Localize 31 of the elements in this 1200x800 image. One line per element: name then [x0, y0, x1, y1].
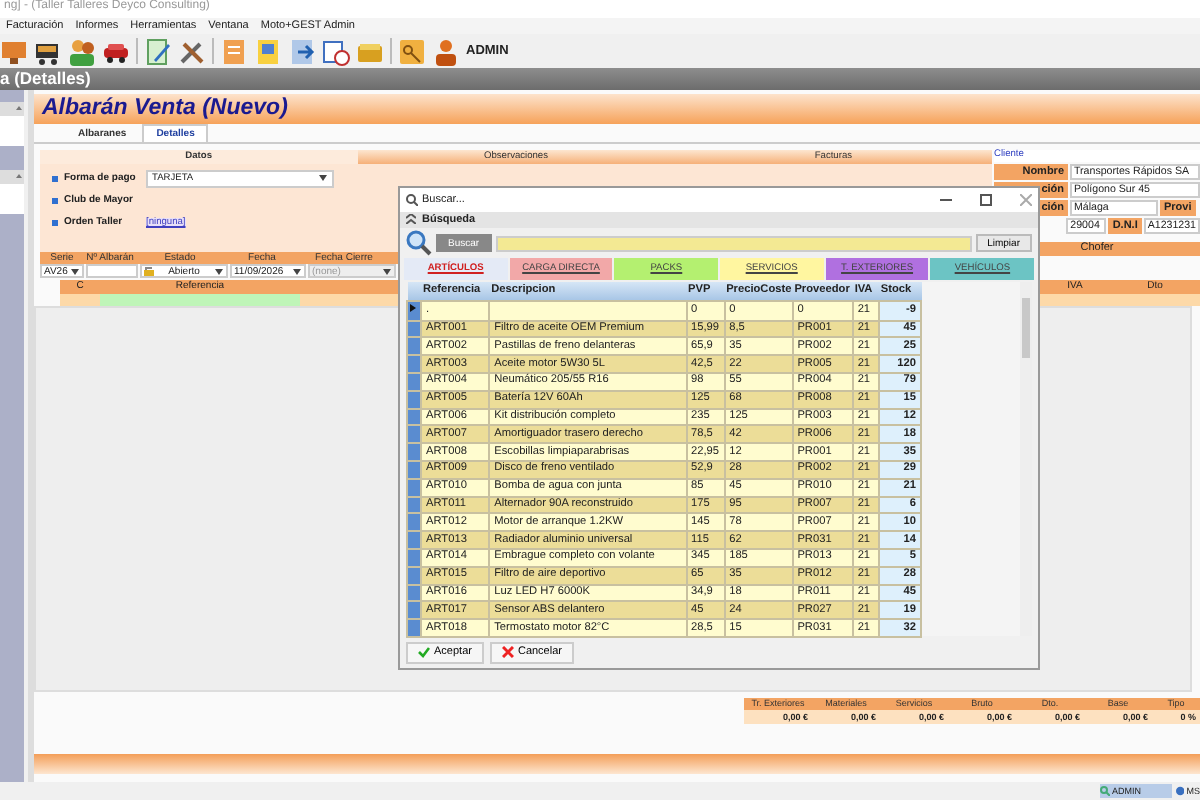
maximize-icon[interactable]	[980, 193, 992, 206]
bullet-icon	[52, 219, 58, 225]
close-icon	[501, 646, 514, 659]
collapse-icon[interactable]	[14, 104, 24, 114]
minimize-icon[interactable]	[940, 193, 952, 206]
row-header[interactable]	[407, 300, 422, 321]
user-icon[interactable]	[432, 37, 460, 65]
table-cell[interactable]	[100, 294, 300, 306]
window-header: a (Detalles)	[0, 68, 1200, 90]
caret-icon	[318, 174, 328, 182]
magnifier-icon	[406, 230, 432, 257]
check-icon	[418, 646, 430, 659]
search-icon	[406, 193, 418, 206]
bullet-icon	[52, 175, 58, 181]
pencil-icon[interactable]	[144, 37, 172, 65]
document-icon[interactable]	[220, 37, 248, 65]
people-icon[interactable]	[68, 37, 96, 65]
row-pointer-icon	[408, 301, 420, 314]
form-title: Albarán Venta (Nuevo)	[34, 94, 1200, 124]
search-field[interactable]	[495, 235, 972, 252]
export-icon[interactable]	[288, 37, 316, 65]
lock-icon	[144, 266, 154, 277]
search-icon	[1100, 785, 1110, 795]
globe-icon	[1176, 785, 1185, 795]
collapse-icon[interactable]	[14, 172, 24, 182]
bullet-icon	[52, 197, 58, 203]
monitor-icon[interactable]	[0, 37, 28, 65]
close-icon[interactable]	[1020, 193, 1032, 206]
folder-icon[interactable]	[254, 37, 282, 65]
collapse-icon[interactable]	[406, 214, 416, 225]
number-field[interactable]	[86, 264, 138, 279]
